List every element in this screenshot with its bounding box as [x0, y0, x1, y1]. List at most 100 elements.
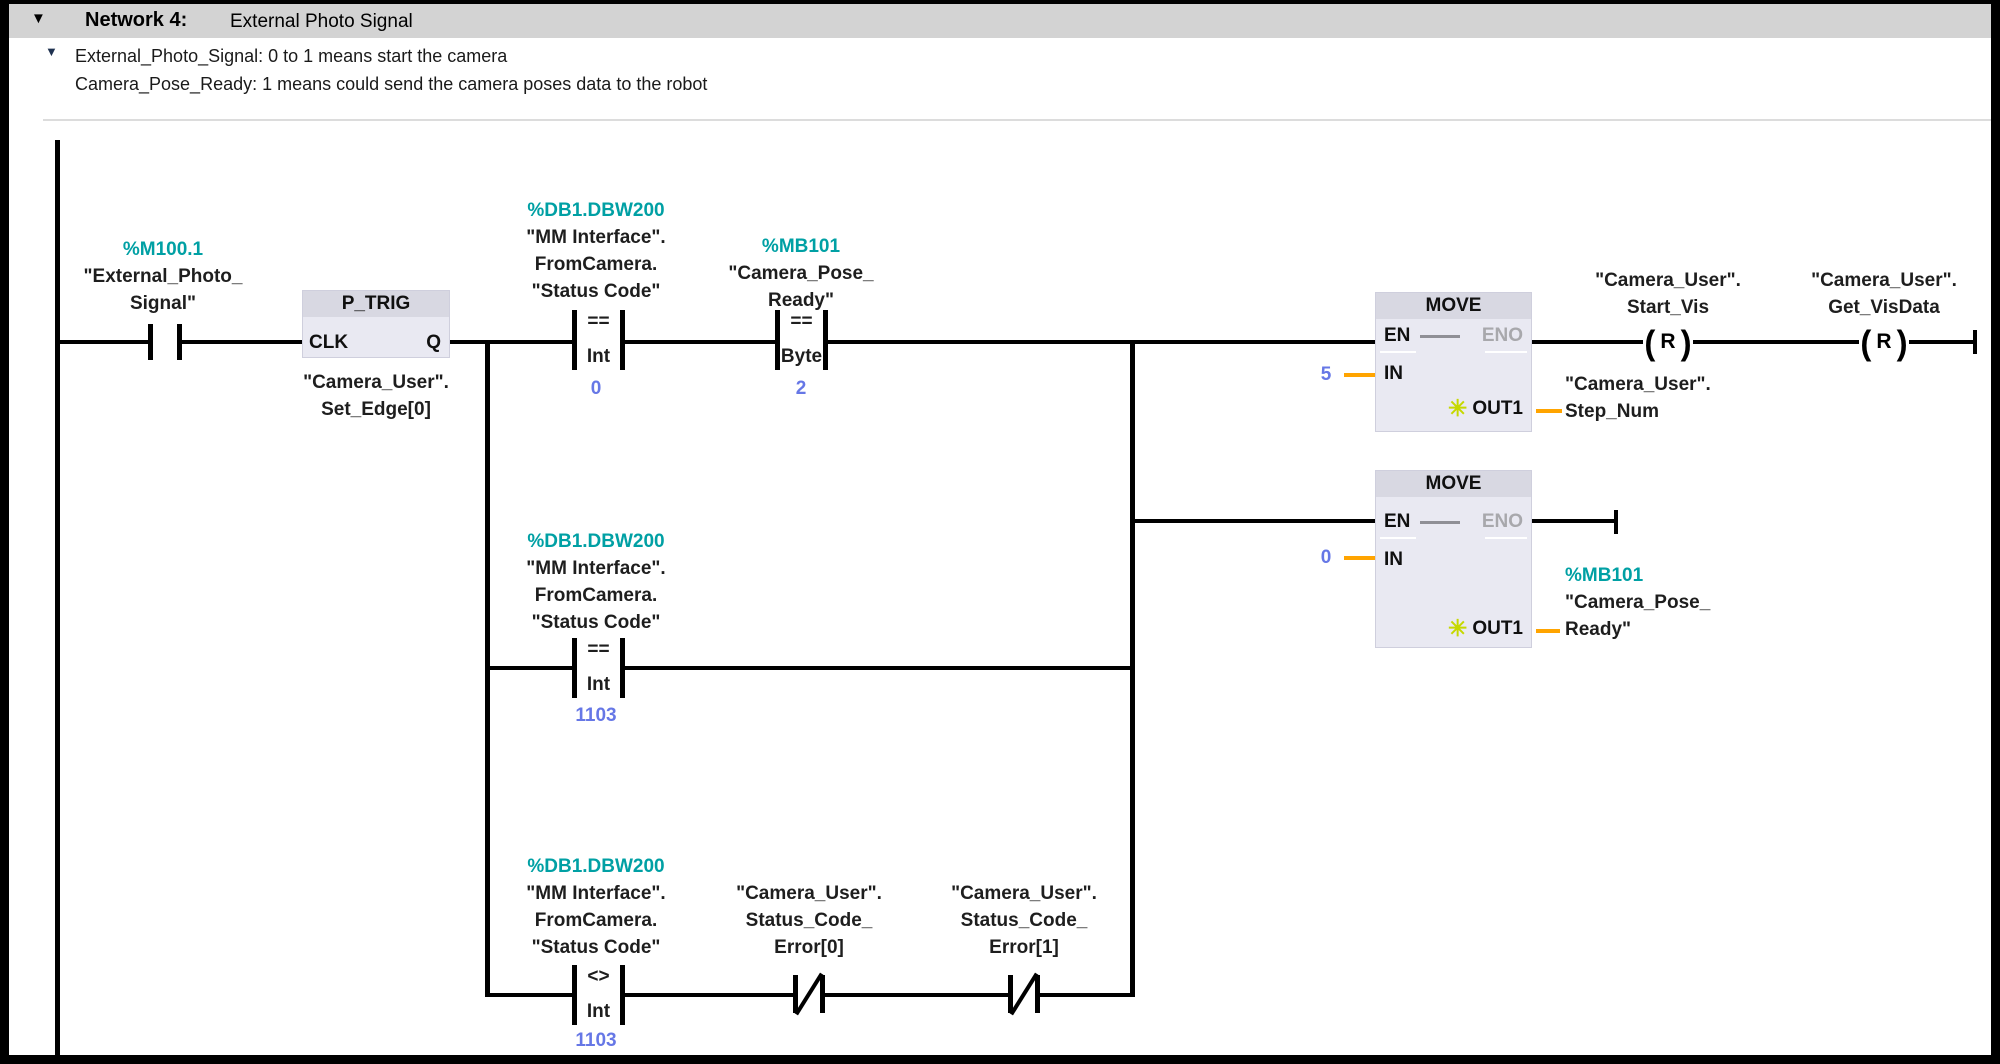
- contact-photo-address[interactable]: %M100.1: [43, 236, 283, 263]
- move1-out-wire: [1536, 409, 1562, 413]
- nc-error1-operand[interactable]: "Camera_User". Status_Code_ Error[1]: [904, 880, 1144, 961]
- coil-paren-right: ): [1896, 322, 1908, 362]
- nc-contact-status-code-error0[interactable]: [793, 972, 825, 1016]
- p-trig-tag-line1: "Camera_User".: [303, 372, 449, 393]
- contact-leg: [177, 324, 182, 360]
- move2-out-wire: [1536, 629, 1560, 633]
- coil-paren-right: ): [1680, 322, 1692, 362]
- network-title[interactable]: External Photo Signal: [230, 11, 413, 33]
- move1-out-port: OUT1: [1472, 398, 1523, 419]
- move1-out-star-icon: ✳: [1448, 395, 1468, 421]
- move2-out-port: OUT1: [1472, 618, 1523, 639]
- cmp-pose-operand[interactable]: %MB101 "Camera_Pose_ Ready": [681, 233, 921, 314]
- move1-out-tag-line1: "Camera_User".: [1565, 374, 1711, 395]
- comment-collapse-icon[interactable]: ▼: [45, 44, 58, 59]
- move1-en-port: EN: [1384, 325, 1411, 346]
- coil-get-visdata-tag-line1: "Camera_User".: [1811, 270, 1957, 291]
- move1-in-value[interactable]: 5: [1312, 364, 1340, 386]
- network-label[interactable]: Network 4:: [85, 9, 187, 32]
- reset-coil-start-vis[interactable]: (R): [1643, 322, 1693, 362]
- coil-get-visdata-symbol: R: [1876, 330, 1892, 353]
- compare-contact-eq-int-1103[interactable]: == Int: [572, 638, 625, 698]
- contact-photo-operand[interactable]: %M100.1 "External_Photo_ Signal": [43, 236, 283, 317]
- nc-error1-tag-line2: Status_Code_: [960, 910, 1088, 931]
- move1-en-underline: [1380, 351, 1416, 353]
- nc-error0-tag-line2: Status_Code_: [745, 910, 873, 931]
- compare-contact-ne-int-1103[interactable]: <> Int: [572, 965, 625, 1025]
- move1-in-wire: [1344, 373, 1375, 377]
- cmp-ne1103-value[interactable]: 1103: [476, 1030, 716, 1052]
- cmp-eq0-operator: ==: [587, 311, 610, 332]
- move2-eno-port: ENO: [1481, 511, 1523, 532]
- p-trig-title: P_TRIG: [303, 291, 449, 317]
- p-trig-q-port: Q: [426, 332, 441, 353]
- cmp-eq1103-operator: ==: [587, 639, 610, 660]
- cmp-pose-type: Byte: [780, 346, 823, 367]
- network-title-bar[interactable]: ▼ Network 4: External Photo Signal: [9, 4, 1991, 38]
- branch-wire-move2: [1130, 519, 1375, 523]
- cmp-pose-value[interactable]: 2: [681, 378, 921, 400]
- cmp-eq0-tag-line1: "MM Interface".: [526, 227, 666, 248]
- compare-contact-eq-int-0[interactable]: == Int: [572, 310, 625, 370]
- cmp-ne1103-address[interactable]: %DB1.DBW200: [476, 853, 716, 880]
- move2-eno-wire: [1532, 519, 1618, 523]
- cmp-eq1103-operand[interactable]: %DB1.DBW200 "MM Interface". FromCamera. …: [476, 528, 716, 636]
- cmp-eq0-tag-line3: "Status Code": [531, 281, 661, 302]
- contact-leg: [820, 975, 825, 1013]
- cmp-eq0-type: Int: [586, 346, 611, 367]
- p-trig-box[interactable]: P_TRIG CLK Q: [302, 290, 450, 358]
- move2-in-value[interactable]: 0: [1312, 547, 1340, 569]
- no-contact-external-photo-signal[interactable]: [148, 324, 182, 360]
- frame-left: [0, 0, 9, 1064]
- cmp-pose-address[interactable]: %MB101: [681, 233, 921, 260]
- cmp-eq0-value[interactable]: 0: [476, 378, 716, 400]
- cmp-ne1103-operand[interactable]: %DB1.DBW200 "MM Interface". FromCamera. …: [476, 853, 716, 961]
- move2-out-star-icon: ✳: [1448, 615, 1468, 641]
- move2-title: MOVE: [1376, 471, 1531, 497]
- move2-en-port: EN: [1384, 511, 1411, 532]
- nc-error0-operand[interactable]: "Camera_User". Status_Code_ Error[0]: [689, 880, 929, 961]
- cmp-eq0-address[interactable]: %DB1.DBW200: [476, 197, 716, 224]
- coil-get-visdata-operand[interactable]: "Camera_User". Get_VisData: [1764, 267, 2000, 321]
- p-trig-operand[interactable]: "Camera_User". Set_Edge[0]: [256, 369, 496, 423]
- comment-separator: [43, 119, 1991, 121]
- nc-error1-tag-line1: "Camera_User".: [951, 883, 1097, 904]
- cmp-eq1103-address[interactable]: %DB1.DBW200: [476, 528, 716, 555]
- compare-contact-eq-byte-2[interactable]: == Byte: [775, 310, 828, 370]
- move2-in-wire: [1344, 556, 1375, 560]
- cmp-eq0-tag-line2: FromCamera.: [534, 254, 658, 275]
- nc-contact-status-code-error1[interactable]: [1008, 972, 1040, 1016]
- comment-line-2[interactable]: Camera_Pose_Ready: 1 means could send th…: [75, 72, 707, 96]
- cmp-eq0-operand[interactable]: %DB1.DBW200 "MM Interface". FromCamera. …: [476, 197, 716, 305]
- cmp-ne1103-tag-line3: "Status Code": [531, 937, 661, 958]
- move1-eno-port: ENO: [1481, 325, 1523, 346]
- coil-start-vis-tag-line2: Start_Vis: [1626, 297, 1710, 318]
- reset-coil-get-visdata[interactable]: (R): [1859, 322, 1909, 362]
- rung-wire-output: [1532, 340, 1977, 344]
- cmp-ne1103-type: Int: [586, 1001, 611, 1022]
- rung-wire-main: [55, 340, 1375, 344]
- network-collapse-icon[interactable]: ▼: [31, 10, 46, 27]
- frame-right: [1991, 0, 2000, 1064]
- cmp-eq1103-tag-line2: FromCamera.: [534, 585, 658, 606]
- comment-line-1[interactable]: External_Photo_Signal: 0 to 1 means star…: [75, 44, 507, 68]
- move2-box[interactable]: MOVE EN ENO IN ✳ OUT1: [1375, 470, 1532, 648]
- cmp-eq1103-tag-line3: "Status Code": [531, 612, 661, 633]
- contact-photo-tag-line2: Signal": [129, 293, 197, 314]
- coil-start-vis-symbol: R: [1660, 330, 1676, 353]
- move2-out-operand[interactable]: %MB101 "Camera_Pose_ Ready": [1565, 562, 1710, 643]
- move2-en-underline: [1380, 537, 1416, 539]
- move2-out-tag-line2: Ready": [1565, 619, 1632, 640]
- move1-box[interactable]: MOVE EN ENO IN ✳ OUT1: [1375, 292, 1532, 432]
- move1-in-port: IN: [1384, 363, 1403, 384]
- cmp-pose-tag-line1: "Camera_Pose_: [728, 263, 874, 284]
- p-trig-tag-line2: Set_Edge[0]: [321, 399, 431, 420]
- cmp-ne1103-tag-line2: FromCamera.: [534, 910, 658, 931]
- frame-bottom: [0, 1055, 2000, 1064]
- move2-out-address[interactable]: %MB101: [1565, 562, 1710, 589]
- move1-out-operand[interactable]: "Camera_User". Step_Num: [1565, 371, 1711, 425]
- nc-error0-tag-line1: "Camera_User".: [736, 883, 882, 904]
- cmp-eq1103-value[interactable]: 1103: [476, 705, 716, 727]
- coil-start-vis-operand[interactable]: "Camera_User". Start_Vis: [1548, 267, 1788, 321]
- contact-leg: [148, 324, 153, 360]
